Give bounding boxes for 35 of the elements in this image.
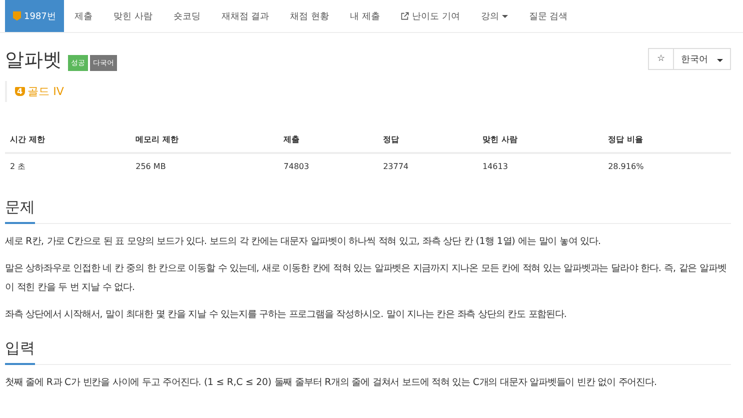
section-heading: 입력 <box>5 339 35 365</box>
nav-tab[interactable]: 채점 현황 <box>280 0 340 32</box>
section-heading: 문제 <box>5 198 35 224</box>
table-cell: 256 MB <box>130 153 279 179</box>
column-header: 제출 <box>278 127 378 153</box>
column-header: 정답 비율 <box>603 127 731 153</box>
paragraph: 세로 R칸, 가로 C칸으로 된 표 모양의 보드가 있다. 보드의 각 칸에는 대문자 알파벳이 하나씩 적혀 있고, 좌측 상단 칸 (1행 1열) 에는 말이 놓여 있다. <box>5 235 602 249</box>
table-cell: 28.916% <box>603 153 731 179</box>
column-header: 메모리 제한 <box>130 127 279 153</box>
favorite-button[interactable]: ☆ <box>648 48 674 70</box>
tier-icon <box>13 11 21 21</box>
nav-tab[interactable]: 1987번 <box>5 0 64 32</box>
caret-icon <box>502 14 508 18</box>
nav-tab[interactable]: 제출 <box>64 0 103 32</box>
table-cell: 14613 <box>477 153 604 179</box>
paragraph: 좌측 상단에서 시작해서, 말이 최대한 몇 칸을 지날 수 있는지를 구하는 프로그램을 작성하시오. 말이 지나는 칸은 좌측 상단의 칸도 포함된다. <box>5 308 568 322</box>
language-dropdown[interactable]: 한국어 <box>674 48 731 70</box>
nav-tab[interactable]: 강의 <box>470 0 518 32</box>
paragraph: 첫째 줄에 R과 C가 빈칸을 사이에 두고 주어진다. (1 ≤ R,C ≤ 20) 둘째 줄부터 R개의 줄에 걸쳐서 보드에 적혀 있는 C개의 대문자 알파벳들이 빈칸 없이 주어진다. <box>5 376 658 390</box>
paragraph: 말은 상하좌우로 인접한 네 칸 중의 한 칸으로 이동할 수 있는데, 새로 이동한 칸에 적혀 있는 알파벳은 지금까지 지나온 모든 칸에 적혀 있는 알파벳과는 달라야 한다. 즉, 같은 알파벳이 적힌 칸을 두 번 지날 수 없다. <box>5 262 728 295</box>
nav-tab[interactable]: 재채점 결과 <box>210 0 280 32</box>
column-header: 맞힌 사람 <box>477 127 604 153</box>
nav-tab[interactable]: 숏코딩 <box>162 0 211 32</box>
column-header: 시간 제한 <box>5 127 131 153</box>
tier-badge: 4 <box>15 87 25 96</box>
nav-tab[interactable]: 맞힌 사람 <box>102 0 163 32</box>
nav-tab[interactable]: 난이도 기여 <box>390 0 470 32</box>
external-link-icon <box>400 12 409 20</box>
nav-tab[interactable]: 내 제출 <box>340 0 390 32</box>
problem-title: 알파벳 <box>5 48 62 73</box>
column-header: 정답 <box>378 127 478 153</box>
table-cell: 23774 <box>378 153 478 179</box>
table-cell: 2 초 <box>5 153 131 179</box>
nav-tab[interactable]: 질문 검색 <box>518 0 578 32</box>
table-cell: 74803 <box>278 153 378 179</box>
